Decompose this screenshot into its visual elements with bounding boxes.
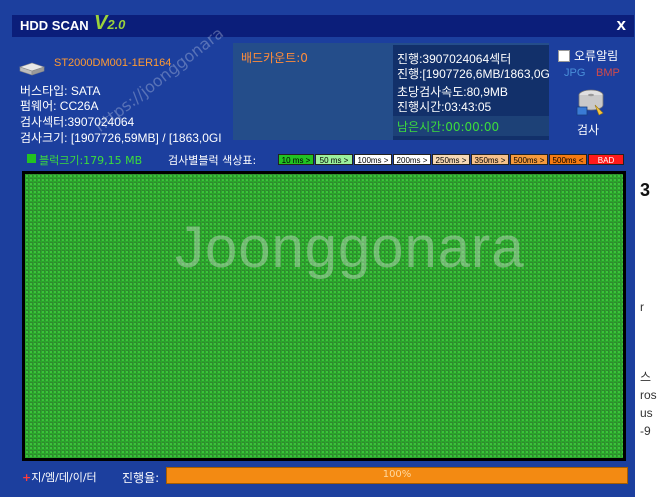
legend-item: 100ms > [354, 154, 392, 165]
bmp-option[interactable]: BMP [596, 67, 620, 79]
remaining-time: 남은시간:00:00:00 [397, 120, 500, 134]
legend-item: 200ms > [393, 154, 431, 165]
block-size-swatch [27, 154, 36, 163]
legend-item: 350ms > [471, 154, 509, 165]
progress-bar: 100% [166, 467, 628, 484]
scan-button[interactable]: 검사 [573, 85, 609, 137]
stats-panel: 배드카운트:0 진행:3907024064섹터 진행:[1907726,6MB/… [233, 43, 549, 140]
drive-model: ST2000DM001-1ER164 [54, 57, 172, 69]
brand-name: 지/엠/데/이/터 [31, 471, 97, 484]
brand-label: +지/엠/데/이/터 [22, 469, 97, 485]
progress-label: 진행율: [122, 471, 160, 485]
side-fragment-5: us [640, 406, 653, 420]
scan-disk-icon [576, 89, 604, 116]
hard-drive-icon [19, 62, 45, 76]
bad-count: 배드카운트:0 [241, 51, 308, 65]
side-fragment-2: r [640, 300, 644, 314]
legend-item: 500ms < [549, 154, 587, 165]
brand-plus: + [22, 471, 32, 484]
title-bar[interactable]: HDD SCAN V2.0 x [12, 12, 634, 37]
app-version: V2.0 [94, 12, 126, 34]
hdd-scan-window: HDD SCAN V2.0 x ST2000DM001-1ER164 버스타입:… [0, 0, 635, 497]
legend-item: 250ms > [432, 154, 470, 165]
app-title: HDD SCAN [20, 18, 89, 33]
scan-size: 검사크기: [1907726,59MB] / [1863,0GI [20, 131, 222, 145]
checkbox-box[interactable] [558, 49, 570, 62]
scan-label: 검사 [577, 123, 600, 137]
legend-item: 500ms > [510, 154, 548, 165]
firmware: 펌웨어: CC26A [20, 99, 99, 113]
side-fragment-3: 스 [640, 370, 652, 384]
side-fragment-1: 3 [640, 180, 651, 200]
progress-stats: 진행:3907024064섹터 진행:[1907726,6MB/1863,0GE… [393, 45, 549, 140]
watermark-text: Joonggonara [175, 215, 525, 280]
block-size: 블럭크기:179,15 MB [39, 154, 143, 167]
close-button[interactable]: x [617, 15, 626, 35]
side-fragment-4: ros [640, 388, 657, 402]
progress-text: 100% [382, 469, 412, 480]
scan-block-map: Joonggonara [25, 174, 623, 458]
side-fragment-6: -9 [640, 424, 651, 438]
watermark-diagonal: https://joonggonara [90, 23, 228, 136]
legend-item: 50 ms > [315, 154, 353, 165]
legend-item: 10 ms > [278, 154, 314, 165]
error-alert-label: 오류알림 [574, 49, 619, 63]
error-alert-checkbox[interactable]: 오류알림 [558, 47, 618, 64]
legend-title: 검사별블럭 색상표: [168, 154, 257, 167]
legend-item: BAD [588, 154, 624, 165]
latency-legend: 10 ms >50 ms >100ms >200ms >250ms >350ms… [278, 154, 625, 165]
jpg-option[interactable]: JPG [564, 67, 585, 79]
scan-map-frame: Joonggonara [22, 171, 626, 461]
remaining-time-box: 남은시간:00:00:00 [393, 116, 549, 136]
progress-size: 진행:[1907726,6MB/1863,0GE [397, 67, 549, 81]
elapsed-time: 진행시간:03:43:05 [397, 100, 492, 114]
